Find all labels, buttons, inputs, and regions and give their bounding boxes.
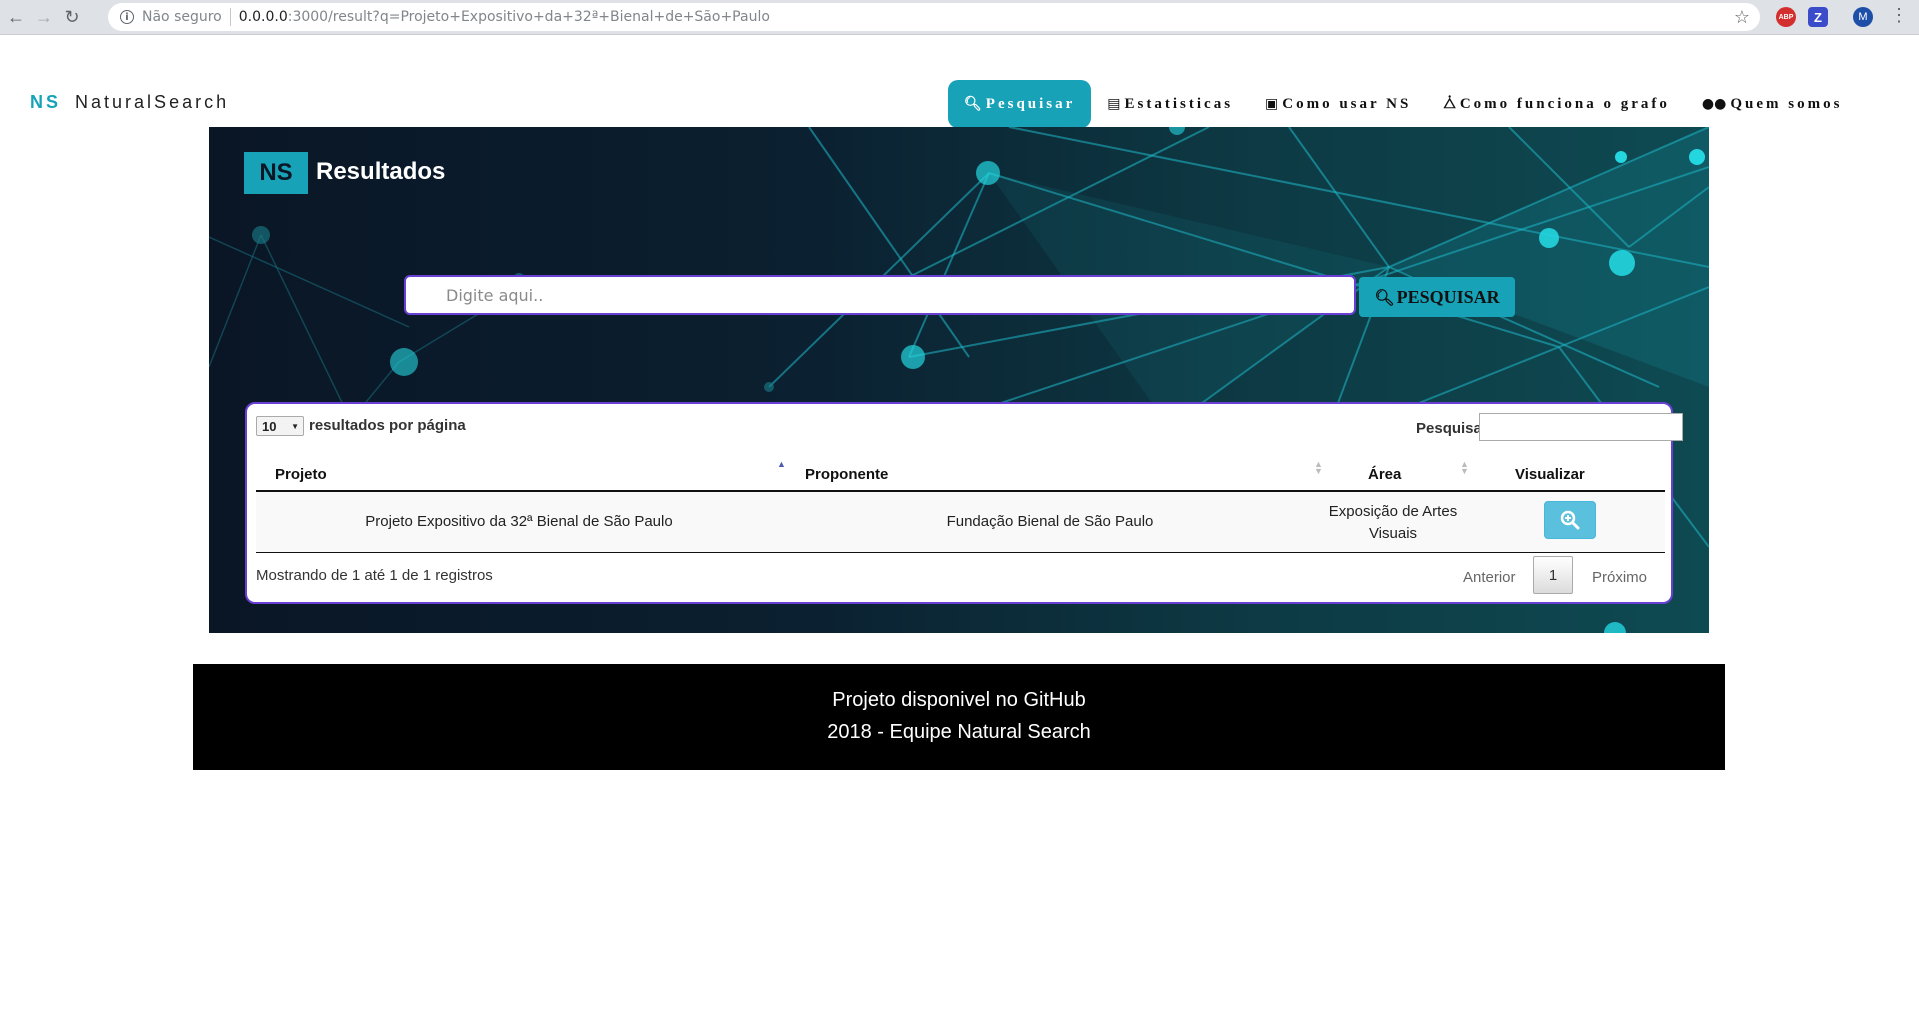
profile-avatar[interactable]: M xyxy=(1853,7,1873,27)
view-details-button[interactable] xyxy=(1544,501,1596,539)
page-title: Resultados xyxy=(316,158,446,185)
table-filter-input[interactable] xyxy=(1479,413,1683,441)
nav-link-grafo[interactable]: ⧊ Como funciona o grafo xyxy=(1427,80,1686,128)
cell-area: Exposição de Artes Visuais xyxy=(1318,501,1468,545)
chevron-down-icon: ▼ xyxy=(291,421,299,431)
nav-link-pesquisar[interactable]: 🔍︎ Pesquisar xyxy=(948,80,1092,128)
search-button-label: PESQUISAR xyxy=(1396,286,1500,307)
search-input[interactable] xyxy=(404,275,1356,315)
cell-projeto: Projeto Expositivo da 32ª Bienal de São … xyxy=(365,513,673,530)
nav-link-quem-somos[interactable]: ●● Quem somos xyxy=(1686,80,1859,128)
bar-chart-icon: ▤ xyxy=(1107,96,1121,112)
search-icon: 🔍︎ xyxy=(1374,287,1395,307)
nav-link-como-usar[interactable]: ▣ Como usar NS xyxy=(1249,80,1427,128)
column-header-visualizar: Visualizar xyxy=(1515,466,1585,483)
info-icon[interactable]: i xyxy=(120,10,134,24)
browser-menu-icon[interactable]: ⋮ xyxy=(1890,6,1908,24)
bookmark-star-icon[interactable]: ☆ xyxy=(1734,7,1750,28)
search-icon: 🔍︎ xyxy=(964,96,982,112)
sort-both-icon[interactable]: ▲ ▼ xyxy=(1460,460,1469,476)
pager-page-current[interactable]: 1 xyxy=(1533,556,1573,594)
ns-badge: NS xyxy=(244,152,308,194)
pager-previous[interactable]: Anterior xyxy=(1463,569,1516,586)
back-icon[interactable]: ← xyxy=(4,5,28,29)
laptop-icon: ▣ xyxy=(1265,96,1279,112)
column-header-projeto[interactable]: Projeto xyxy=(275,466,327,483)
sort-both-icon[interactable]: ▲ ▼ xyxy=(1314,460,1323,476)
results-hero: NS Resultados 🔍︎ PESQUISAR 10 ▼ resultad… xyxy=(209,127,1709,633)
page-length-value: 10 xyxy=(262,418,277,434)
filter-label: Pesquisar xyxy=(1416,420,1488,437)
nav-link-label: Como funciona o grafo xyxy=(1459,95,1670,112)
users-icon: ●● xyxy=(1701,96,1727,112)
table-bottom-divider xyxy=(256,552,1665,553)
security-label: Não seguro xyxy=(142,9,222,25)
brand-ns: NS xyxy=(30,92,62,112)
nav-link-estatisticas[interactable]: ▤ Estatisticas xyxy=(1091,80,1249,128)
page-length-label: resultados por página xyxy=(309,417,466,434)
column-header-area[interactable]: Área xyxy=(1368,466,1401,483)
search-button[interactable]: 🔍︎ PESQUISAR xyxy=(1359,277,1515,317)
page-length-select[interactable]: 10 ▼ xyxy=(256,416,304,436)
zoom-in-icon xyxy=(1560,510,1580,530)
sort-asc-icon[interactable]: ▲ xyxy=(777,460,786,469)
pager-next[interactable]: Próximo xyxy=(1592,569,1647,586)
nav-link-label: Estatisticas xyxy=(1124,95,1234,112)
table-info: Mostrando de 1 até 1 de 1 registros xyxy=(256,567,493,584)
footer-github-text[interactable]: Projeto disponivel no GitHub xyxy=(193,689,1725,712)
footer-copyright: 2018 - Equipe Natural Search xyxy=(827,721,1091,743)
reload-icon[interactable]: ↻ xyxy=(60,5,84,29)
cell-area-line: Exposição de Artes xyxy=(1328,503,1458,520)
nav-link-label: Como usar NS xyxy=(1282,95,1412,112)
column-header-proponente[interactable]: Proponente xyxy=(805,466,888,483)
omnibox-divider xyxy=(229,8,231,26)
site-footer: Projeto disponivel no GitHub 2018 - Equi… xyxy=(193,664,1725,770)
url-path: :3000/result?q=Projeto+Expositivo+da+32ª… xyxy=(287,9,770,25)
results-table-card: 10 ▼ resultados por página Pesquisar Pro… xyxy=(245,402,1683,604)
browser-toolbar: ← → ↻ i Não seguro 0.0.0.0:3000/result?q… xyxy=(0,0,1919,35)
forward-icon[interactable]: → xyxy=(32,5,56,29)
nav-links: 🔍︎ Pesquisar ▤ Estatisticas ▣ Como usar … xyxy=(948,79,1858,129)
url-host: 0.0.0.0 xyxy=(238,9,288,25)
address-bar[interactable]: i Não seguro 0.0.0.0:3000/result?q=Proje… xyxy=(108,3,1760,31)
brand-logo[interactable]: NS NaturalSearch xyxy=(30,92,229,113)
brand-name: NaturalSearch xyxy=(75,92,230,112)
nav-link-label: Pesquisar xyxy=(985,95,1076,112)
graph-icon: ⧊ xyxy=(1443,96,1456,112)
adblock-extension-icon[interactable]: ABP xyxy=(1776,7,1796,27)
nav-link-label: Quem somos xyxy=(1730,95,1843,112)
cell-area-line: Visuais xyxy=(1368,525,1418,542)
site-navbar: NS NaturalSearch 🔍︎ Pesquisar ▤ Estatist… xyxy=(0,35,1919,153)
cell-proponente: Fundação Bienal de São Paulo xyxy=(946,513,1154,530)
z-extension-icon[interactable]: Z xyxy=(1808,7,1828,27)
